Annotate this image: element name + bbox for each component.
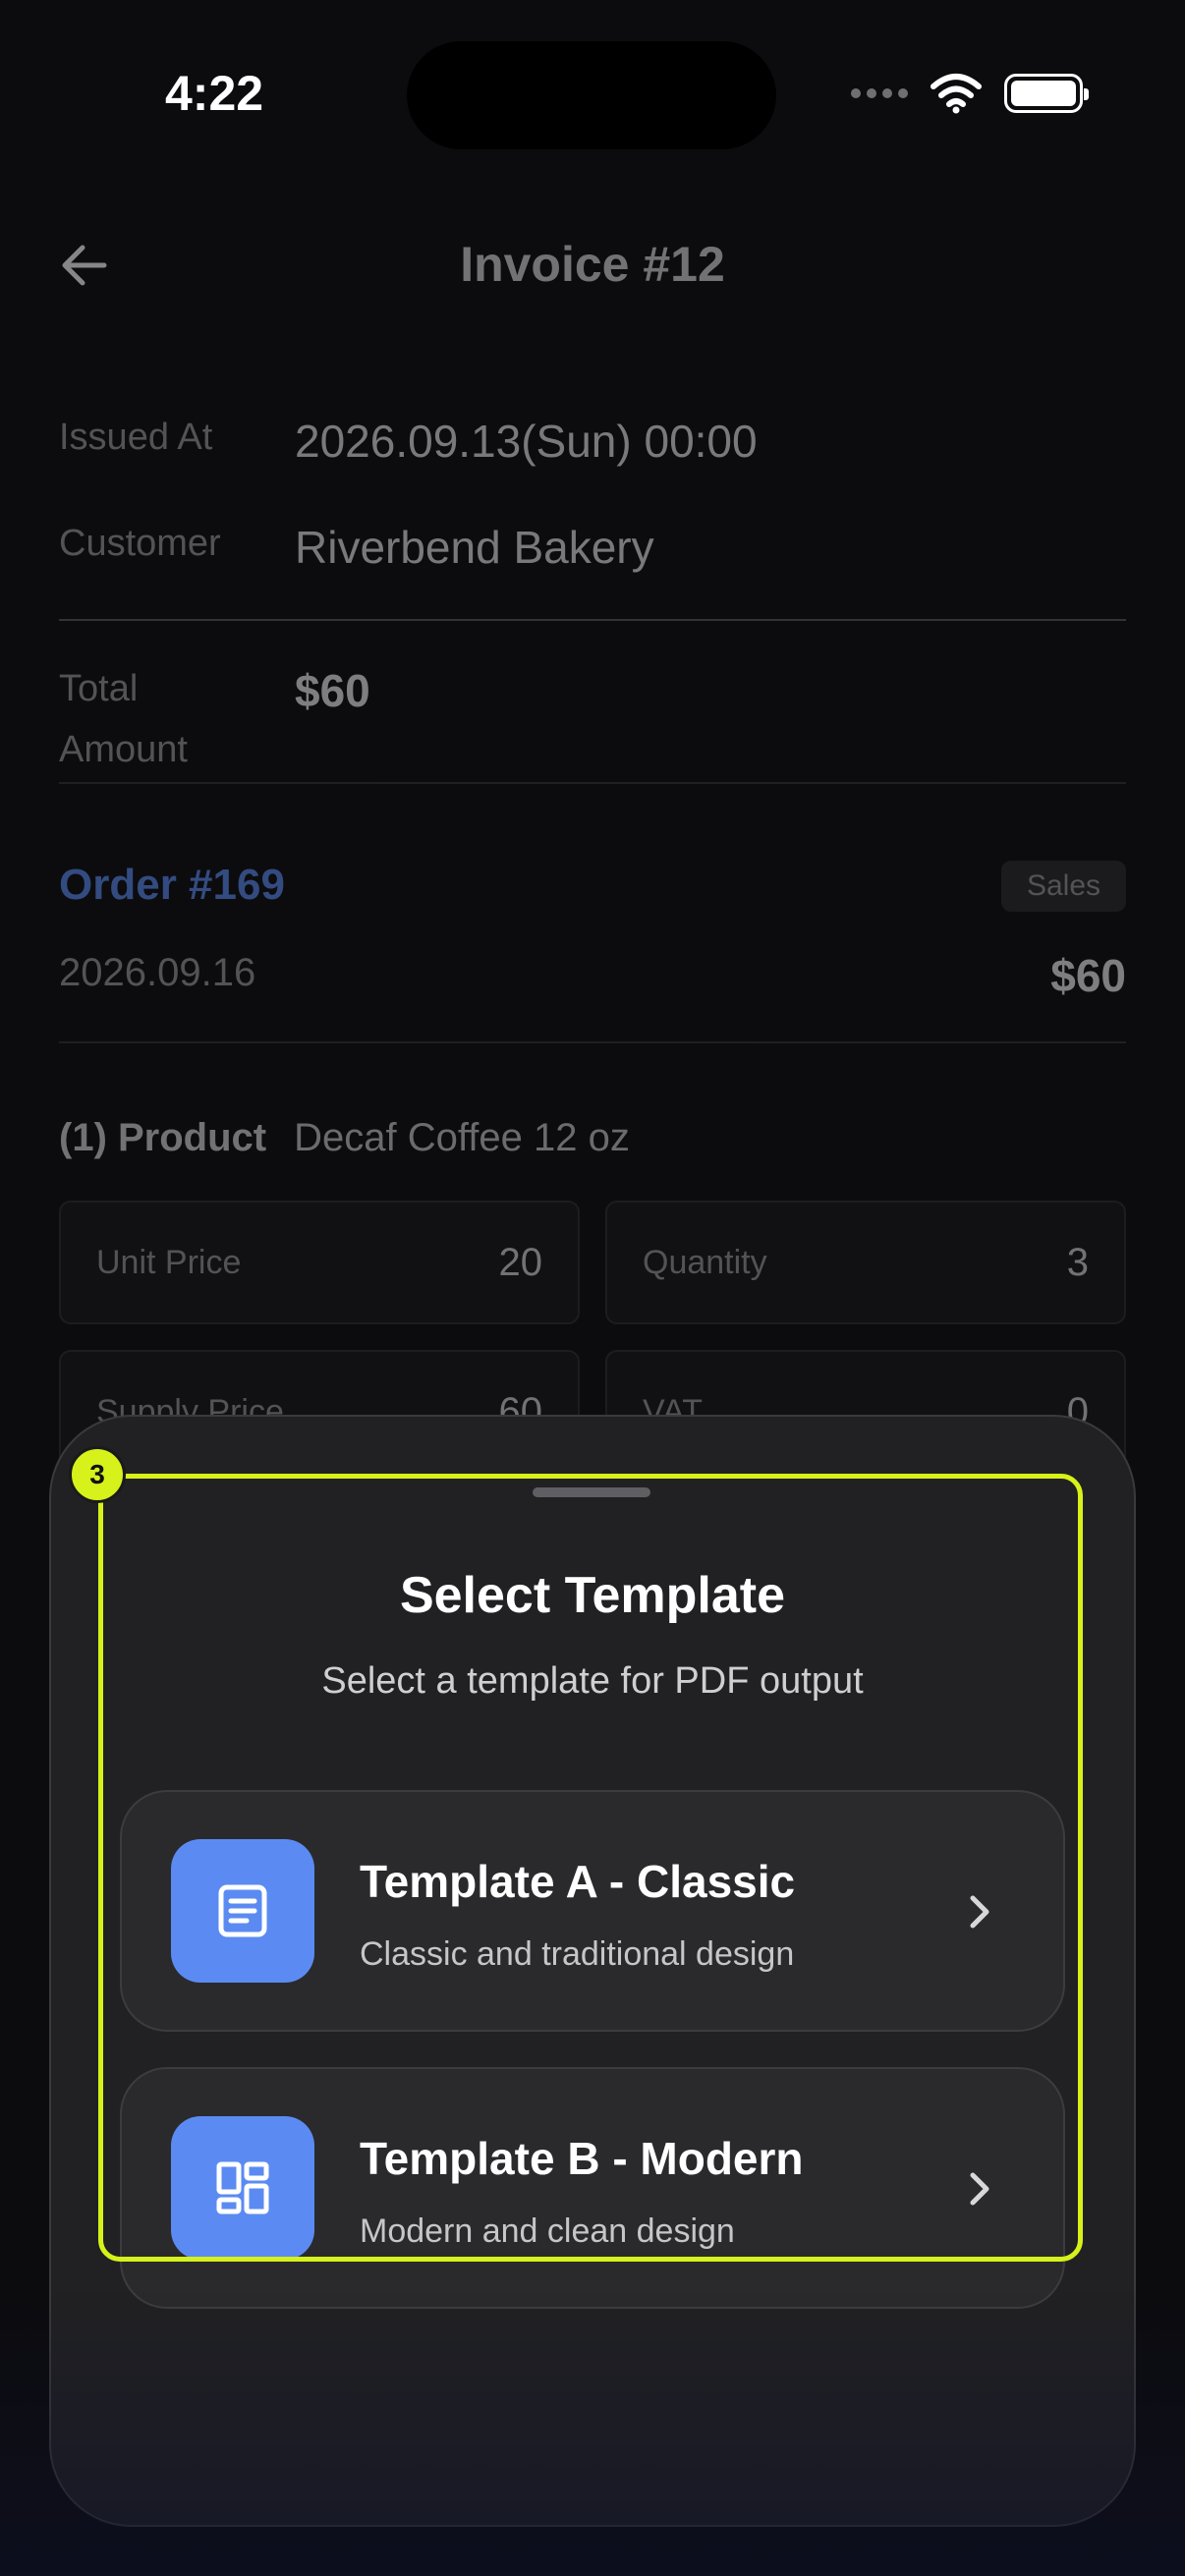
wifi-icon [931, 74, 982, 114]
status-icons [851, 73, 1089, 114]
status-time: 4:22 [165, 66, 264, 121]
unit-price-cell: Unit Price 20 [59, 1201, 580, 1324]
highlight-box [98, 1474, 1083, 2262]
cellular-signal-icon [851, 88, 908, 98]
divider [59, 782, 1126, 784]
product-label: (1) Product [59, 1116, 267, 1159]
order-date: 2026.09.16 [59, 951, 256, 994]
customer-label: Customer [59, 523, 221, 564]
divider [59, 619, 1126, 621]
divider [59, 1041, 1126, 1043]
order-title[interactable]: Order #169 [59, 861, 285, 910]
product-line: (1) Product Decaf Coffee 12 oz [59, 1116, 630, 1160]
order-amount: $60 [1050, 950, 1126, 1001]
bottom-glow [0, 2281, 1185, 2576]
unit-price-label: Unit Price [96, 1243, 242, 1281]
order-type-badge: Sales [1000, 861, 1126, 912]
battery-icon [1004, 74, 1089, 113]
total-amount-value: $60 [295, 665, 370, 716]
total-amount-label-line1: Total [59, 668, 139, 709]
product-name: Decaf Coffee 12 oz [294, 1116, 630, 1159]
quantity-value: 3 [1066, 1240, 1089, 1284]
unit-price-value: 20 [498, 1240, 543, 1284]
issued-at-label: Issued At [59, 417, 213, 458]
dynamic-island [407, 41, 776, 149]
quantity-label: Quantity [643, 1243, 767, 1281]
page-title: Invoice #12 [460, 237, 725, 292]
highlight-number-badge: 3 [69, 1446, 126, 1503]
issued-at-value: 2026.09.13(Sun) 00:00 [295, 416, 758, 467]
customer-value: Riverbend Bakery [295, 522, 654, 573]
quantity-cell: Quantity 3 [605, 1201, 1126, 1324]
screen: Invoice #12 Issued At 2026.09.13(Sun) 00… [0, 0, 1185, 2576]
total-amount-label-line2: Amount [59, 729, 188, 770]
